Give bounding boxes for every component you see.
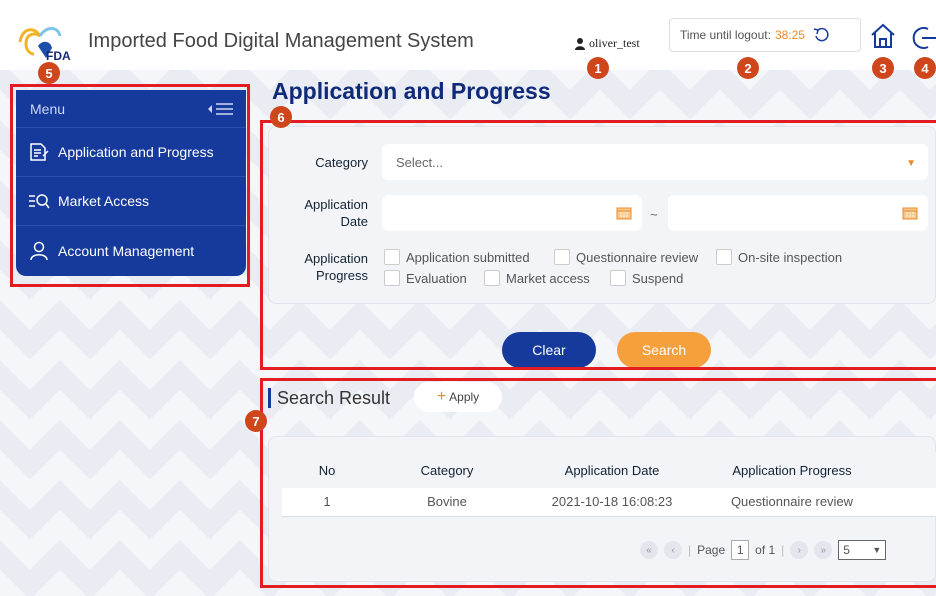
checkbox-label: Market access	[506, 270, 590, 286]
marker-5: 5	[38, 62, 60, 84]
progress-checkbox-market-access[interactable]: Market access	[484, 270, 590, 286]
last-page-icon[interactable]: »	[814, 541, 833, 559]
document-list-icon	[30, 143, 49, 161]
column-header-no[interactable]: No	[282, 452, 372, 488]
column-header-date[interactable]: Application Date	[522, 452, 702, 488]
cell-extra	[882, 488, 936, 517]
calendar-icon[interactable]	[902, 206, 918, 220]
marker-4: 4	[914, 57, 936, 79]
fda-logo: FDA	[18, 27, 71, 62]
list-search-icon	[29, 194, 50, 209]
next-page-icon[interactable]: ›	[790, 541, 809, 559]
category-label: Category	[315, 155, 368, 170]
pager-separator: |	[688, 543, 692, 557]
sidebar-item-application-progress[interactable]: Application and Progress	[16, 128, 246, 177]
top-header: FDA Imported Food Digital Management Sys…	[0, 0, 936, 70]
prev-page-icon[interactable]: ‹	[664, 541, 682, 559]
table-header-row: No Category Application Date Application…	[282, 452, 936, 488]
page-size-value: 5	[843, 543, 850, 557]
checkbox-label: On-site inspection	[738, 249, 843, 265]
checkbox[interactable]	[384, 249, 400, 265]
apply-label: Apply	[449, 390, 480, 404]
username: oliver_test	[589, 36, 640, 50]
home-icon[interactable]	[869, 22, 897, 50]
checkbox-label: Application submitted	[406, 249, 530, 265]
column-header-progress[interactable]: Application Progress	[702, 452, 882, 488]
page-total: of 1	[755, 543, 776, 557]
checkbox-label: Questionnaire review	[576, 249, 699, 265]
progress-checkbox-questionnaire[interactable]: Questionnaire review	[554, 249, 698, 265]
user-info[interactable]: oliver_test	[575, 36, 640, 51]
user-icon	[575, 37, 585, 50]
refresh-icon[interactable]	[813, 27, 831, 43]
progress-checkbox-suspend[interactable]: Suspend	[610, 270, 683, 286]
plus-icon: +	[436, 388, 447, 405]
cell-progress: Questionnaire review	[702, 488, 882, 517]
marker-6: 6	[270, 106, 292, 128]
marker-2: 2	[737, 57, 759, 79]
marker-1: 1	[587, 57, 609, 79]
search-button[interactable]: Search	[617, 332, 711, 368]
checkbox-label: Suspend	[632, 270, 684, 286]
clear-button[interactable]: Clear	[502, 332, 596, 368]
application-date-label: Application Date	[304, 197, 368, 229]
sidebar-item-account-management[interactable]: Account Management	[16, 226, 246, 275]
svg-text:FDA: FDA	[46, 49, 71, 62]
menu-header: Menu	[16, 90, 246, 128]
collapse-menu-icon[interactable]	[206, 102, 234, 116]
application-progress-label: Application Progress	[304, 251, 368, 283]
sidebar-item-label: Account Management	[58, 242, 195, 259]
checkbox-label: Evaluation	[406, 270, 467, 286]
cell-no: 1	[282, 488, 372, 517]
pager-separator: |	[781, 543, 785, 557]
sidebar-item-label: Market Access	[58, 193, 150, 209]
date-separator: ~	[650, 207, 658, 222]
date-start-input[interactable]	[382, 195, 642, 231]
checkbox[interactable]	[554, 249, 570, 265]
sidebar-item-market-access[interactable]: Market Access	[16, 177, 246, 226]
progress-checkbox-submitted[interactable]: Application submitted	[384, 249, 530, 265]
marker-3: 3	[872, 57, 894, 79]
first-page-icon[interactable]: «	[640, 541, 658, 559]
logout-timer: Time until logout: 38:25	[669, 18, 861, 52]
progress-checkbox-onsite[interactable]: On-site inspection	[716, 249, 842, 265]
category-select[interactable]: Select... ▼	[382, 144, 928, 180]
page-number-input[interactable]: 1	[731, 540, 750, 560]
page-label: Page	[697, 543, 726, 557]
logout-label: Time until logout:	[680, 28, 771, 42]
user-icon	[30, 241, 48, 260]
column-header-category[interactable]: Category	[372, 452, 522, 488]
calendar-icon[interactable]	[616, 206, 632, 220]
pagination: « ‹ | Page 1 of 1 | › » 5 ▼	[640, 540, 887, 560]
results-table: No Category Application Date Application…	[282, 452, 936, 517]
page-size-select[interactable]: 5 ▼	[838, 540, 887, 560]
marker-7: 7	[245, 410, 267, 432]
progress-checkbox-evaluation[interactable]: Evaluation	[384, 270, 467, 286]
page-title: Application and Progress	[272, 78, 551, 104]
app-title: Imported Food Digital Management System	[88, 30, 474, 52]
chevron-down-icon: ▼	[906, 158, 916, 169]
logout-time: 38:25	[774, 28, 805, 42]
checkbox[interactable]	[384, 270, 400, 286]
sidebar-menu: Menu Application and Progress Market Acc…	[16, 90, 246, 276]
chevron-down-icon: ▼	[872, 545, 882, 555]
table-row[interactable]: 1 Bovine 2021-10-18 16:08:23 Questionnai…	[282, 488, 936, 517]
checkbox[interactable]	[716, 249, 732, 265]
cell-date: 2021-10-18 16:08:23	[522, 488, 702, 517]
date-end-input[interactable]	[668, 195, 928, 231]
logout-icon[interactable]	[910, 24, 936, 52]
checkbox[interactable]	[484, 270, 500, 286]
category-placeholder: Select...	[396, 154, 443, 170]
checkbox[interactable]	[610, 270, 626, 286]
column-header-extra	[882, 452, 936, 488]
cell-category: Bovine	[372, 488, 522, 517]
sidebar-item-label: Application and Progress	[58, 144, 214, 160]
apply-button[interactable]: + Apply	[414, 382, 502, 412]
search-result-title: Search Result	[268, 388, 390, 408]
menu-label: Menu	[30, 100, 66, 117]
